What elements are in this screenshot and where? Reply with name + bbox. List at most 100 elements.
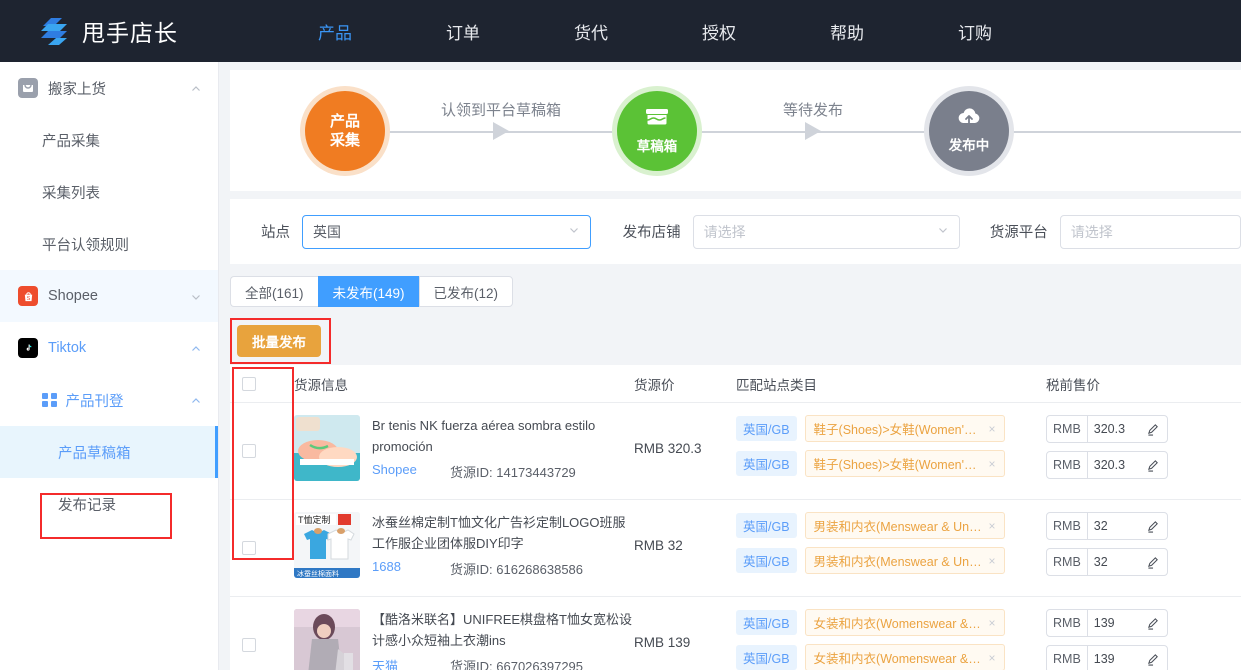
sale-price-input-group[interactable]: RMB 139 — [1046, 645, 1168, 670]
category-line: 英国/GB 女装和内衣(Womenswear & Unde... × — [736, 609, 1046, 636]
row-checkbox[interactable] — [242, 541, 256, 555]
category-tag[interactable]: 鞋子(Shoes)>女鞋(Women's Shoes... × — [804, 450, 1005, 477]
sidebar-group-label: Shopee — [48, 288, 98, 304]
sale-price-input-group[interactable]: RMB 320.3 — [1046, 415, 1168, 443]
close-icon[interactable]: × — [989, 616, 996, 630]
tshirt-thumbnail: T恤定制 冰蚕丝棉面料 — [294, 512, 360, 578]
sale-price-value[interactable]: 320.3 — [1088, 458, 1147, 472]
edit-pencil-icon[interactable] — [1147, 520, 1167, 533]
chevron-down-icon — [568, 224, 580, 239]
chevron-down-icon[interactable] — [190, 290, 202, 302]
stepper-connector-3 — [1009, 91, 1241, 171]
site-tag: 英国/GB — [736, 645, 797, 670]
product-block: T恤定制 冰蚕丝棉面料 冰蚕丝棉定制T恤文化广告衫定制LOGO班服工作服企业团体… — [294, 512, 634, 578]
sidebar-item-claim-rules[interactable]: 平台认领规则 — [0, 218, 218, 270]
product-meta: 天猫 货源ID: 667026397295 — [372, 656, 634, 670]
top-navigation-bar: 甩手店长 产品 订单 货代 授权 帮助 订购 — [0, 0, 1241, 62]
nav-item-products[interactable]: 产品 — [271, 19, 399, 44]
sidebar: 搬家上货 产品采集 采集列表 平台认领规则 S Shopee Tiktok 产品… — [0, 62, 219, 670]
cloud-upload-icon — [956, 107, 982, 132]
sale-price-input-group[interactable]: RMB 32 — [1046, 548, 1168, 576]
close-icon[interactable]: × — [989, 422, 996, 436]
chevron-up-icon[interactable] — [190, 342, 202, 354]
nav-item-shipping[interactable]: 货代 — [527, 19, 655, 44]
toolbar: 批量发布 — [230, 318, 1241, 365]
edit-pencil-icon[interactable] — [1147, 617, 1167, 630]
sale-price-input-group[interactable]: RMB 320.3 — [1046, 451, 1168, 479]
close-icon[interactable]: × — [989, 651, 996, 665]
edit-pencil-icon[interactable] — [1147, 423, 1167, 436]
sneakers-thumbnail — [294, 415, 360, 481]
filter-label-platform: 货源平台 — [989, 225, 1048, 241]
row-sale-prices: RMB 139 RMB 139 — [1046, 609, 1241, 670]
sidebar-subgroup-product-listing[interactable]: 产品刊登 — [0, 374, 218, 426]
platform-select[interactable]: 请选择 — [1059, 214, 1241, 249]
nav-item-orders[interactable]: 订单 — [399, 19, 527, 44]
sale-price-value[interactable]: 32 — [1088, 555, 1147, 569]
nav-item-help[interactable]: 帮助 — [783, 19, 911, 44]
sale-price-input-group[interactable]: RMB 139 — [1046, 609, 1168, 637]
chevron-up-icon[interactable] — [190, 82, 202, 94]
chevron-down-icon — [937, 224, 949, 239]
category-line: 英国/GB 男装和内衣(Menswear & Underwe... × — [736, 512, 1046, 539]
table-row: T恤定制 冰蚕丝棉面料 冰蚕丝棉定制T恤文化广告衫定制LOGO班服工作服企业团体… — [230, 500, 1241, 597]
category-tag[interactable]: 男装和内衣(Menswear & Underwe... × — [804, 512, 1005, 539]
close-icon[interactable]: × — [989, 519, 996, 533]
sale-price-value[interactable]: 32 — [1088, 519, 1147, 533]
category-tag[interactable]: 女装和内衣(Womenswear & Unde... × — [804, 644, 1005, 670]
tab-all[interactable]: 全部(161) — [230, 276, 318, 307]
row-source-price: RMB 139 — [634, 609, 736, 670]
price-line: RMB 320.3 — [1046, 415, 1241, 443]
batch-publish-button[interactable]: 批量发布 — [237, 325, 321, 357]
nav-item-subscribe[interactable]: 订购 — [911, 19, 1039, 44]
sidebar-item-product-collect[interactable]: 产品采集 — [0, 114, 218, 166]
row-categories: 英国/GB 女装和内衣(Womenswear & Unde... × 英国/GB… — [736, 609, 1046, 670]
sidebar-group-tiktok[interactable]: Tiktok — [0, 322, 218, 374]
nav-item-authorize[interactable]: 授权 — [655, 19, 783, 44]
sidebar-group-migrate[interactable]: 搬家上货 — [0, 62, 218, 114]
grid-icon — [42, 392, 57, 408]
edit-pencil-icon[interactable] — [1147, 459, 1167, 472]
sidebar-group-label: 搬家上货 — [48, 81, 106, 98]
status-tabs: 全部(161) 未发布(149) 已发布(12) — [230, 276, 1241, 307]
edit-pencil-icon[interactable] — [1147, 653, 1167, 666]
shop-select[interactable]: 请选择 — [692, 214, 960, 249]
site-select[interactable]: 英国 — [302, 214, 591, 249]
product-title: 冰蚕丝棉定制T恤文化广告衫定制LOGO班服工作服企业团体服DIY印字 — [372, 515, 626, 551]
row-checkbox[interactable] — [242, 638, 256, 652]
source-price-value: RMB 139 — [634, 634, 691, 650]
edit-pencil-icon[interactable] — [1147, 556, 1167, 569]
product-meta: Shopee 货源ID: 14173443729 — [372, 462, 634, 481]
connector-label: 等待发布 — [782, 101, 844, 119]
select-all-checkbox[interactable] — [242, 376, 256, 391]
source-price-value: RMB 32 — [634, 537, 683, 553]
category-tag[interactable]: 鞋子(Shoes)>女鞋(Women's Shoes... × — [804, 415, 1005, 442]
step-publishing: 发布中 — [929, 90, 1009, 171]
site-tag: 英国/GB — [736, 451, 797, 476]
product-title: Br tenis NK fuerza aérea sombra estilo p… — [372, 418, 596, 454]
row-checkbox[interactable] — [242, 444, 256, 458]
source-platform[interactable]: Shopee — [372, 462, 450, 481]
category-tag[interactable]: 女装和内衣(Womenswear & Unde... × — [804, 609, 1005, 636]
brand-name: 甩手店长 — [82, 20, 178, 46]
category-tag[interactable]: 男装和内衣(Menswear & Underwe... × — [804, 547, 1005, 574]
sidebar-item-product-drafts[interactable]: 产品草稿箱 — [0, 426, 218, 478]
category-text: 女装和内衣(Womenswear & Unde... — [813, 652, 983, 666]
source-platform[interactable]: 1688 — [372, 559, 450, 578]
sale-price-value[interactable]: 139 — [1088, 652, 1147, 666]
sidebar-group-shopee[interactable]: S Shopee — [0, 270, 218, 322]
sidebar-item-publish-records[interactable]: 发布记录 — [0, 478, 218, 530]
sale-price-input-group[interactable]: RMB 32 — [1046, 512, 1168, 540]
tab-unpublished[interactable]: 未发布(149) — [317, 276, 419, 307]
row-sale-prices: RMB 320.3 RMB 320.3 — [1046, 415, 1241, 487]
sale-price-value[interactable]: 320.3 — [1088, 422, 1147, 436]
header-sale-price: 税前售价 — [1046, 377, 1100, 393]
sidebar-item-collect-list[interactable]: 采集列表 — [0, 166, 218, 218]
source-platform[interactable]: 天猫 — [372, 656, 450, 670]
model-tshirt-thumbnail — [294, 609, 360, 670]
sale-price-value[interactable]: 139 — [1088, 616, 1147, 630]
close-icon[interactable]: × — [989, 457, 996, 471]
chevron-up-icon[interactable] — [190, 394, 202, 406]
close-icon[interactable]: × — [989, 554, 996, 568]
tab-published[interactable]: 已发布(12) — [418, 276, 514, 307]
